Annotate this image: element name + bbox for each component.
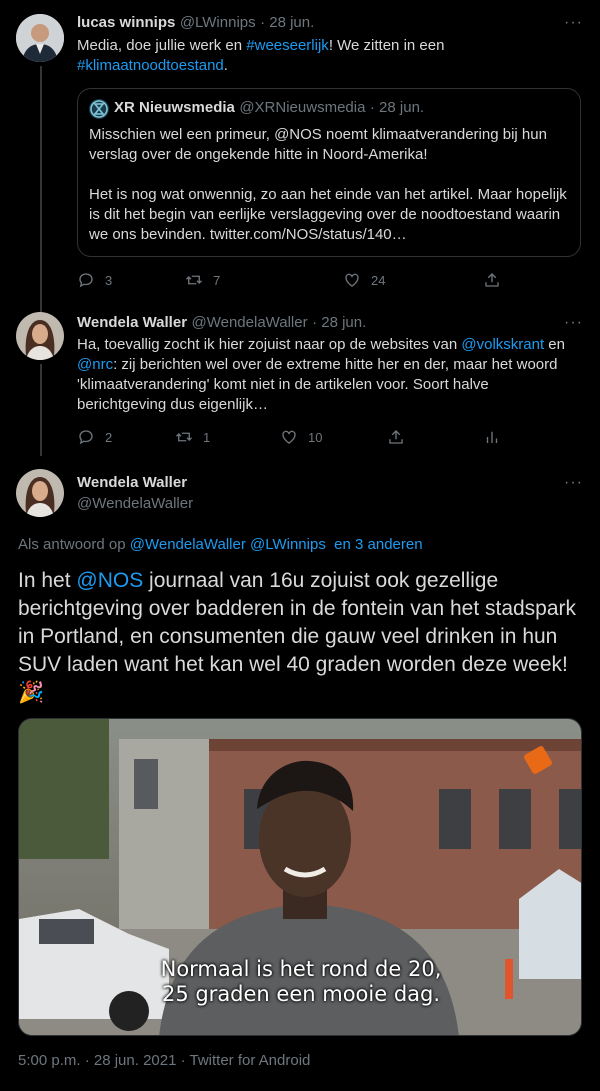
tweet-meta[interactable]: 5:00 p.m. · 28 jun. 2021 · Twitter for A… — [18, 1052, 310, 1069]
reply-button[interactable]: 3 — [77, 271, 112, 289]
text-segment: . — [223, 57, 228, 74]
avatar-lucas[interactable] — [16, 14, 64, 62]
tweet2-header: Wendela Waller @WendelaWaller · 28 jun. — [77, 314, 366, 332]
like-button[interactable]: 10 — [280, 428, 322, 446]
more-options-button[interactable]: ··· — [564, 314, 583, 332]
retweet-icon — [186, 275, 202, 285]
reply-prefix: Als antwoord op — [18, 536, 130, 553]
retweet-button[interactable]: 7 — [185, 271, 220, 289]
mention-link[interactable]: @volkskrant — [461, 336, 544, 353]
quoted-tweet[interactable]: XR Nieuwsmedia @XRNieuwsmedia · 28 jun. … — [77, 88, 581, 257]
analytics-button[interactable] — [483, 428, 511, 446]
avatar-wendela[interactable] — [16, 469, 64, 517]
analytics-icon — [486, 431, 498, 443]
mention-link[interactable]: @LWinnips — [250, 536, 326, 553]
tweet-text: Ha, toevallig zocht ik hier zojuist naar… — [77, 335, 577, 415]
hashtag-link[interactable]: #klimaatnoodtoestand — [77, 57, 224, 74]
tweet-date[interactable]: · 28 jun. — [260, 14, 314, 31]
reply-icon — [79, 430, 93, 445]
like-button[interactable]: 24 — [343, 271, 385, 289]
retweet-icon — [176, 432, 192, 442]
quote-author-name: XR Nieuwsmedia — [114, 99, 235, 116]
retweet-count: 7 — [213, 272, 221, 288]
retweet-button[interactable]: 1 — [175, 428, 210, 446]
thread-line — [40, 364, 42, 456]
subtitle-line: Normaal is het rond de 20, — [160, 957, 442, 981]
author-name[interactable]: lucas winnips — [77, 14, 175, 31]
video-subtitles: Normaal is het rond de 20, 25 graden een… — [19, 957, 581, 1007]
text-segment: : zij berichten wel over de extreme hitt… — [77, 356, 558, 413]
main-tweet-text: In het @NOS journaal van 16u zojuist ook… — [18, 567, 584, 707]
more-options-button[interactable]: ··· — [564, 474, 583, 492]
tweet1-actions: 3 7 24 — [77, 271, 507, 291]
retweet-count: 1 — [203, 429, 211, 445]
reply-icon — [79, 273, 93, 288]
quote-header: XR Nieuwsmedia @XRNieuwsmedia · 28 jun. — [114, 99, 424, 117]
author-name[interactable]: Wendela Waller — [77, 314, 187, 331]
hashtag-link[interactable]: #weeseerlijk — [246, 37, 329, 54]
heart-icon — [282, 430, 296, 444]
party-popper-icon: 🎉 — [18, 681, 45, 704]
like-count: 10 — [308, 429, 323, 445]
tweet2-actions: 2 1 10 — [77, 428, 507, 448]
quote-date: · 28 jun. — [369, 99, 425, 116]
text-segment: ! We zitten in een — [328, 37, 445, 54]
tweet-date[interactable]: · 28 jun. — [312, 314, 366, 331]
text-segment: en — [544, 336, 565, 353]
text-segment: Ha, toevallig zocht ik hier zojuist naar… — [77, 336, 462, 353]
share-button[interactable] — [483, 271, 511, 289]
thread-line — [40, 66, 42, 312]
reply-context: Als antwoord op @WendelaWaller @LWinnips… — [18, 536, 423, 553]
quote-paragraph: Misschien wel een primeur, @NOS noemt kl… — [89, 126, 547, 163]
author-handle[interactable]: @WendelaWaller — [77, 495, 193, 512]
author-name[interactable]: Wendela Waller — [77, 474, 187, 491]
text-segment: Media, doe jullie werk en — [77, 37, 247, 54]
reply-count: 2 — [105, 429, 113, 445]
xr-logo-icon — [89, 99, 109, 119]
tweet-photo[interactable]: Normaal is het rond de 20, 25 graden een… — [18, 718, 582, 1036]
tweet1-header: lucas winnips @LWinnips · 28 jun. — [77, 14, 314, 32]
author-handle[interactable]: @LWinnips — [180, 14, 256, 31]
reply-count: 3 — [105, 272, 113, 288]
mention-link[interactable]: @WendelaWaller — [130, 536, 246, 553]
share-button[interactable] — [387, 428, 415, 446]
more-options-button[interactable]: ··· — [564, 14, 583, 32]
share-icon — [485, 273, 499, 287]
share-icon — [389, 430, 403, 444]
mention-link[interactable]: @NOS — [76, 569, 143, 592]
author-handle[interactable]: @WendelaWaller — [192, 314, 308, 331]
heart-icon — [345, 273, 359, 287]
mention-link[interactable]: @nrc — [77, 356, 113, 373]
others-link[interactable]: en 3 anderen — [334, 536, 422, 553]
quote-text: Misschien wel een primeur, @NOS noemt kl… — [89, 125, 573, 245]
subtitle-line: 25 graden een mooie dag. — [161, 982, 441, 1006]
quote-author-handle: @XRNieuwsmedia — [239, 99, 366, 116]
avatar-wendela[interactable] — [16, 312, 64, 360]
like-count: 24 — [371, 272, 386, 288]
tweet-text: Media, doe jullie werk en #weeseerlijk! … — [77, 36, 577, 76]
text-segment: In het — [18, 569, 77, 592]
reply-button[interactable]: 2 — [77, 428, 112, 446]
quote-paragraph: Het is nog wat onwennig, zo aan het eind… — [89, 186, 567, 243]
